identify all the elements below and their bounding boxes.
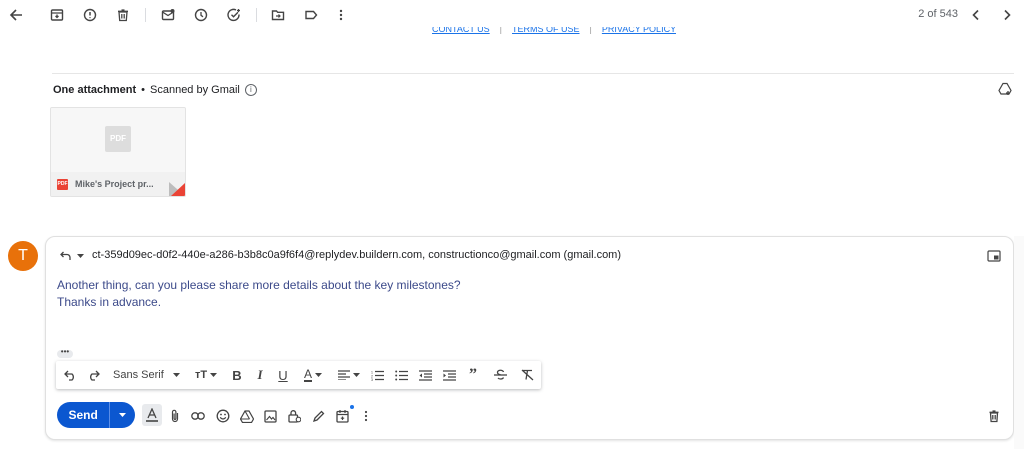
svg-text:3: 3 <box>371 378 373 381</box>
show-trimmed-content-button[interactable]: ••• <box>57 348 73 358</box>
align-icon[interactable] <box>336 366 362 384</box>
schedule-send-dropdown[interactable] <box>109 402 135 428</box>
message-toolbar: 2 of 543 <box>0 0 1024 30</box>
pop-out-icon[interactable] <box>987 249 1001 262</box>
discard-draft-icon[interactable] <box>985 407 1003 425</box>
message-line: Another thing, can you please share more… <box>57 278 461 292</box>
reply-type-selector[interactable] <box>59 250 89 262</box>
font-family-select[interactable]: Sans Serif <box>113 366 183 384</box>
more-options-icon[interactable] <box>357 407 375 425</box>
pdf-file-icon: PDF <box>57 178 68 190</box>
attachment-header: One attachment • Scanned by Gmail i <box>53 84 257 96</box>
bullet: • <box>141 84 145 96</box>
pdf-corner-icon <box>171 183 185 196</box>
avatar: T <box>8 241 38 271</box>
numbered-list-icon[interactable]: 123 <box>370 366 384 384</box>
indent-less-icon[interactable] <box>418 366 432 384</box>
link-divider: | <box>499 27 503 34</box>
label-icon[interactable] <box>301 5 321 25</box>
attachment-thumbnail: PDF <box>51 108 185 172</box>
text-color-icon[interactable]: A <box>300 366 326 384</box>
insert-photo-icon[interactable] <box>261 407 279 425</box>
toolbar-separator <box>256 8 257 22</box>
attachment-divider <box>52 73 1014 74</box>
newer-chevron-icon[interactable] <box>966 5 986 25</box>
back-arrow-icon[interactable] <box>6 5 26 25</box>
mark-unread-icon[interactable] <box>158 5 178 25</box>
archive-icon[interactable] <box>47 5 67 25</box>
attachment-filename: Mike's Project pr... <box>75 179 154 189</box>
dropdown-arrow-icon <box>119 412 127 417</box>
older-chevron-icon[interactable] <box>997 5 1017 25</box>
quote-icon[interactable]: ” <box>466 366 480 384</box>
attachment-heading: One attachment <box>53 84 137 96</box>
pdf-placeholder-icon: PDF <box>105 126 131 152</box>
more-vert-icon[interactable] <box>331 5 351 25</box>
toolbar-separator <box>145 8 146 22</box>
redo-icon[interactable] <box>86 366 100 384</box>
info-icon[interactable]: i <box>244 84 257 96</box>
delete-icon[interactable] <box>113 5 133 25</box>
message-body[interactable]: Another thing, can you please share more… <box>57 277 461 311</box>
scrollbar-track[interactable] <box>1014 236 1024 449</box>
reply-arrow-icon <box>60 251 71 260</box>
link-divider: | <box>589 27 592 34</box>
drive-icon[interactable] <box>238 407 256 425</box>
recipients-field[interactable]: ct-359d09ec-d0f2-440e-a286-b3b8c0a9f6f4@… <box>92 249 621 261</box>
remove-formatting-icon[interactable] <box>520 366 534 384</box>
email-footer-links: CONTACT US | TERMS OF USE | PRIVACY POLI… <box>432 27 676 35</box>
notification-dot <box>350 405 354 409</box>
bold-icon[interactable]: B <box>230 366 244 384</box>
formatting-options-icon[interactable] <box>142 404 162 426</box>
attachment-footer: PDF Mike's Project pr... <box>51 172 185 196</box>
dropdown-arrow-icon <box>77 253 84 258</box>
emoji-icon[interactable] <box>214 407 232 425</box>
move-to-icon[interactable] <box>268 5 288 25</box>
schedule-event-icon[interactable] <box>333 407 351 425</box>
signature-icon[interactable] <box>309 407 327 425</box>
add-task-icon[interactable] <box>224 5 244 25</box>
contact-us-link[interactable]: CONTACT US <box>432 27 490 35</box>
send-button-group: Send <box>57 402 135 428</box>
font-family-label: Sans Serif <box>113 369 164 381</box>
attach-file-icon[interactable] <box>166 407 184 425</box>
terms-link[interactable]: TERMS OF USE <box>512 27 580 35</box>
indent-more-icon[interactable] <box>442 366 456 384</box>
font-size-icon[interactable]: ᴛT <box>193 366 219 384</box>
scanned-label: Scanned by Gmail <box>150 84 240 96</box>
formatting-toolbar: Sans Serif ᴛT B I U A 123 ” <box>56 361 541 389</box>
report-spam-icon[interactable] <box>80 5 100 25</box>
send-button[interactable]: Send <box>57 402 109 428</box>
message-line: Thanks in advance. <box>57 295 162 309</box>
undo-icon[interactable] <box>63 366 77 384</box>
pager-count: 2 of 543 <box>918 8 958 20</box>
strikethrough-icon[interactable] <box>493 366 507 384</box>
privacy-link[interactable]: PRIVACY POLICY <box>602 27 676 35</box>
dropdown-arrow-icon <box>172 372 180 377</box>
bulleted-list-icon[interactable] <box>394 366 408 384</box>
confidential-mode-icon[interactable] <box>285 407 303 425</box>
snooze-icon[interactable] <box>191 5 211 25</box>
add-to-drive-icon[interactable] <box>998 82 1014 98</box>
attachment-card[interactable]: PDF PDF Mike's Project pr... <box>50 107 186 197</box>
italic-icon[interactable]: I <box>253 366 267 384</box>
insert-link-icon[interactable] <box>189 407 207 425</box>
underline-icon[interactable]: U <box>276 366 290 384</box>
